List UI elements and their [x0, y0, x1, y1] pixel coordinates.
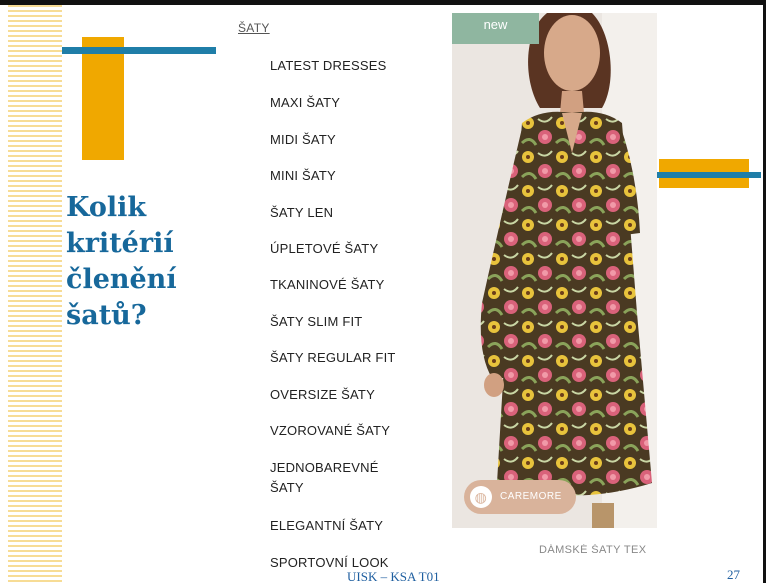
menu-item-slim-fit[interactable]: ŠATY SLIM FIT [270, 312, 440, 332]
accent-line-left [62, 47, 216, 54]
title-line: šatů? [66, 300, 147, 331]
breadcrumb-link[interactable]: ŠATY [238, 21, 270, 35]
menu-item-regular-fit[interactable]: ŠATY REGULAR FIT [270, 348, 440, 368]
presentation-slide: Kolik kritérií členění šatů? ŠATY LATEST… [0, 0, 766, 583]
menu-item-upletove[interactable]: ÚPLETOVÉ ŠATY [270, 239, 440, 259]
slide-title: Kolik kritérií členění šatů? [66, 190, 216, 334]
title-line: členění [66, 264, 177, 295]
menu-item-jednobarevne[interactable]: JEDNOBAREVNÉ ŠATY [270, 458, 390, 498]
title-line: Kolik [66, 192, 147, 223]
slide-footer: UISK – KSA T01 [347, 569, 440, 583]
title-line: kritérií [66, 228, 174, 259]
decorative-stripes [8, 5, 62, 583]
menu-item-latest-dresses[interactable]: LATEST DRESSES [270, 56, 440, 76]
product-photo[interactable]: new ◍ CAREMORE [452, 13, 657, 528]
menu-item-elegantni[interactable]: ELEGANTNÍ ŠATY [270, 516, 440, 536]
menu-item-tkaninove[interactable]: TKANINOVÉ ŠATY [270, 275, 440, 295]
accent-block-left [82, 37, 124, 160]
globe-icon: ◍ [470, 486, 492, 508]
product-caption[interactable]: DÁMSKÉ ŠATY TEX [539, 544, 669, 556]
brand-label: CAREMORE [500, 491, 562, 502]
menu-item-maxi[interactable]: MAXI ŠATY [270, 93, 440, 113]
menu-item-len[interactable]: ŠATY LEN [270, 203, 440, 223]
menu-item-midi[interactable]: MIDI ŠATY [270, 130, 440, 150]
new-badge: new [452, 13, 539, 44]
menu-item-vzorovane[interactable]: VZOROVANÉ ŠATY [270, 421, 410, 441]
model-in-floral-dress-image [452, 13, 657, 528]
menu-item-oversize[interactable]: OVERSIZE ŠATY [270, 385, 440, 405]
top-border [0, 0, 766, 5]
menu-item-mini[interactable]: MINI ŠATY [270, 166, 440, 186]
brand-button[interactable]: ◍ CAREMORE [464, 480, 576, 514]
left-margin [0, 5, 8, 583]
accent-line-right [657, 172, 761, 178]
page-number: 27 [727, 567, 740, 582]
